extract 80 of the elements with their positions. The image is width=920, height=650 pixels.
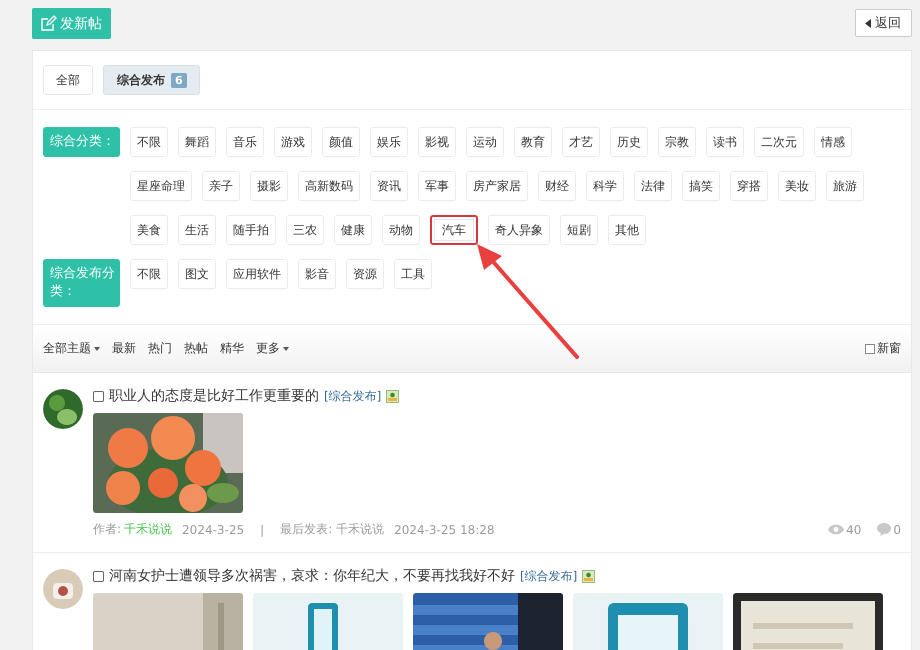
filter-tag[interactable]: 娱乐 [370,127,408,157]
last-post-info: 最后发表: 千禾说说 [280,521,384,538]
image-attachment-icon [582,570,596,582]
highlighted-filter-tag[interactable]: 汽车 [430,215,478,245]
filter-tag[interactable]: 资源 [346,259,384,289]
checkbox-label: 新窗 [877,340,901,357]
filter-tag[interactable]: 历史 [610,127,648,157]
thread-type-tab[interactable]: 综合发布 6 [103,65,200,95]
filter-tag[interactable]: 美妆 [778,171,816,201]
filter-tag[interactable]: 宗教 [658,127,696,157]
avatar[interactable] [43,389,83,429]
count-badge: 6 [171,72,187,88]
filter-tag[interactable]: 搞笑 [682,171,720,201]
checkbox[interactable] [865,344,875,354]
filter-tag[interactable]: 不限 [130,127,168,157]
caret-left-icon [865,18,871,28]
post-date: 2024-3-25 [182,522,244,536]
filter-tag[interactable]: 其他 [608,215,646,245]
edit-icon [40,15,57,32]
sort-link[interactable]: 更多 [256,340,289,357]
post-title-link[interactable]: 河南女护士遭领导多次祸害，哀求：你年纪大，不要再找我好不好 [109,567,515,585]
filter-tag[interactable]: 财经 [538,171,576,201]
sort-link[interactable]: 全部主题 [43,340,100,357]
sort-link[interactable]: 热门 [148,340,172,357]
filter-tag[interactable]: 应用软件 [226,259,288,289]
view-count: 40 [846,522,862,536]
filter-tag[interactable]: 星座命理 [130,171,192,201]
filter-tag[interactable]: 游戏 [274,127,312,157]
filter-tag[interactable]: 奇人异象 [488,215,550,245]
filter-tag[interactable]: 教育 [514,127,552,157]
filter-tag[interactable]: 健康 [334,215,372,245]
category-link[interactable]: [综合发布] [520,568,578,584]
reply-icon [877,523,892,536]
filter-tag[interactable]: 资讯 [370,171,408,201]
filter-tag[interactable]: 旅游 [826,171,864,201]
sort-link[interactable]: 热帖 [184,340,208,357]
filter-tag[interactable]: 二次元 [754,127,804,157]
filter-tag[interactable]: 图文 [178,259,216,289]
filter-tag[interactable]: 摄影 [250,171,288,201]
separator: | [260,522,264,536]
filter-tag[interactable]: 颜值 [322,127,360,157]
sort-link[interactable]: 最新 [112,340,136,357]
filter-tag[interactable]: 影音 [298,259,336,289]
filter-tag[interactable]: 亲子 [202,171,240,201]
filter-label: 综合发布分类： [43,259,120,307]
reply-count: 0 [893,522,901,536]
filter-tag[interactable]: 房产家居 [466,171,528,201]
filter-tag[interactable]: 情感 [814,127,852,157]
avatar[interactable] [43,569,83,609]
image-attachment-icon [386,390,400,402]
sort-link[interactable]: 精华 [220,340,244,357]
filter-tag[interactable]: 法律 [634,171,672,201]
filter-tag[interactable]: 生活 [178,215,216,245]
filter-tag[interactable]: 穿搭 [730,171,768,201]
eye-icon [828,524,844,535]
filter-tag[interactable]: 短剧 [560,215,598,245]
filter-tag[interactable]: 音乐 [226,127,264,157]
filter-tag[interactable]: 美食 [130,215,168,245]
back-button[interactable]: 返回 [855,9,912,37]
checkbox[interactable] [93,390,104,402]
author-label: 作者: [93,521,122,538]
filter-label: 综合分类： [43,127,120,157]
filter-tag[interactable]: 不限 [130,259,168,289]
filter-tag[interactable]: 科学 [586,171,624,201]
filter-tag[interactable]: 军事 [418,171,456,201]
filter-tag[interactable]: 高新数码 [298,171,360,201]
filter-tag[interactable]: 动物 [382,215,420,245]
filter-tag[interactable]: 才艺 [562,127,600,157]
last-post-date: 2024-3-25 18:28 [394,522,495,536]
post-title-link[interactable]: 职业人的态度是比好工作更重要的 [109,387,319,405]
filter-tag[interactable]: 舞蹈 [178,127,216,157]
filter-tag[interactable]: 工具 [394,259,432,289]
filter-tag[interactable]: 三农 [286,215,324,245]
checkbox[interactable] [93,570,104,582]
category-link[interactable]: [综合发布] [324,388,382,404]
thread-type-tab[interactable]: 全部 [43,65,93,95]
filter-tag[interactable]: 随手拍 [226,215,276,245]
filter-tag[interactable]: 影视 [418,127,456,157]
filter-tag[interactable]: 运动 [466,127,504,157]
filter-tag[interactable]: 读书 [706,127,744,157]
